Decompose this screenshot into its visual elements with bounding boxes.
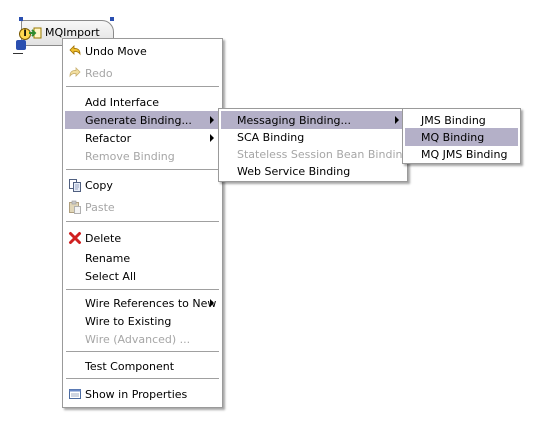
menu-item-jms-binding[interactable]: JMS Binding: [405, 111, 518, 129]
menu-item-refactor[interactable]: Refactor: [65, 129, 220, 147]
menu-item-web-service-binding[interactable]: Web Service Binding: [221, 162, 405, 180]
properties-icon: [69, 389, 81, 399]
submenu-arrow-icon: [395, 116, 399, 124]
menu-item-show-in-properties[interactable]: Show in Properties: [65, 385, 220, 403]
menu-item-label: Wire to Existing: [85, 315, 172, 328]
selection-handle[interactable]: [19, 17, 23, 21]
menu-item-label: MQ Binding: [421, 131, 485, 144]
submenu-arrow-icon: [210, 134, 214, 142]
messaging-binding-submenu: JMS Binding MQ Binding MQ JMS Binding: [402, 108, 521, 164]
menu-item-label: Refactor: [85, 132, 132, 145]
menu-item-rename[interactable]: Rename: [65, 249, 220, 267]
menu-item-sca-binding[interactable]: SCA Binding: [221, 128, 405, 146]
menu-item-label: Rename: [85, 252, 131, 265]
redo-icon: [69, 67, 81, 78]
menu-item-label: MQ JMS Binding: [421, 148, 508, 161]
menu-item-paste[interactable]: Paste: [65, 198, 220, 216]
menu-item-select-all[interactable]: Select All: [65, 267, 220, 285]
generate-binding-submenu: Messaging Binding... SCA Binding Statele…: [218, 108, 409, 182]
menu-separator: [66, 289, 219, 291]
menu-item-messaging-binding[interactable]: Messaging Binding...: [221, 111, 405, 129]
menu-item-label: Paste: [85, 201, 115, 214]
submenu-arrow-icon: [210, 116, 214, 124]
menu-separator: [66, 169, 219, 171]
menu-item-remove-binding[interactable]: Remove Binding: [65, 147, 220, 165]
menu-item-label: Redo: [85, 67, 113, 80]
menu-item-mq-jms-binding[interactable]: MQ JMS Binding: [405, 145, 518, 163]
menu-item-wire-advanced[interactable]: Wire (Advanced) ...: [65, 330, 220, 348]
assembly-editor-canvas[interactable]: I MQImport Undo Move Redo Add Interface: [0, 0, 542, 422]
menu-item-label: Wire (Advanced) ...: [85, 333, 191, 346]
paste-icon: [69, 200, 81, 214]
menu-item-label: Remove Binding: [85, 150, 175, 163]
menu-item-label: Select All: [85, 270, 137, 283]
menu-item-label: JMS Binding: [421, 114, 486, 127]
menu-item-wire-references-to-new[interactable]: Wire References to New: [65, 294, 220, 312]
menu-item-undo-move[interactable]: Undo Move: [65, 42, 220, 60]
menu-item-label: SCA Binding: [237, 131, 305, 144]
menu-item-redo[interactable]: Redo: [65, 64, 220, 82]
menu-item-label: Web Service Binding: [237, 165, 351, 178]
wire-line: [13, 53, 23, 54]
menu-item-label: Generate Binding...: [85, 114, 192, 127]
menu-item-test-component[interactable]: Test Component: [65, 357, 220, 375]
menu-item-label: Messaging Binding...: [237, 114, 352, 127]
menu-item-label: Stateless Session Bean Binding: [237, 148, 410, 161]
menu-item-copy[interactable]: Copy: [65, 176, 220, 194]
menu-item-add-interface[interactable]: Add Interface: [65, 93, 220, 111]
menu-item-wire-to-existing[interactable]: Wire to Existing: [65, 312, 220, 330]
menu-item-label: Wire References to New: [85, 297, 217, 310]
menu-separator: [66, 378, 219, 380]
reference-icon[interactable]: [16, 40, 26, 50]
delete-icon: [69, 232, 81, 244]
menu-separator: [66, 221, 219, 223]
context-menu: Undo Move Redo Add Interface Generate Bi…: [62, 38, 223, 408]
undo-icon: [69, 45, 81, 56]
menu-item-label: Undo Move: [85, 45, 147, 58]
menu-item-generate-binding[interactable]: Generate Binding...: [65, 111, 220, 129]
import-icon: [29, 27, 42, 39]
menu-item-mq-binding[interactable]: MQ Binding: [405, 128, 518, 146]
menu-item-label: Copy: [85, 179, 113, 192]
selection-handle[interactable]: [110, 17, 114, 21]
menu-item-label: Add Interface: [85, 96, 160, 109]
menu-separator: [66, 351, 219, 353]
menu-separator: [66, 86, 219, 88]
menu-item-label: Show in Properties: [85, 388, 188, 401]
menu-item-label: Test Component: [85, 360, 175, 373]
submenu-arrow-icon: [210, 299, 214, 307]
menu-item-stateless-session-bean-binding[interactable]: Stateless Session Bean Binding: [221, 145, 409, 163]
menu-item-label: Delete: [85, 232, 122, 245]
menu-item-delete[interactable]: Delete: [65, 229, 220, 247]
copy-icon: [69, 179, 81, 192]
